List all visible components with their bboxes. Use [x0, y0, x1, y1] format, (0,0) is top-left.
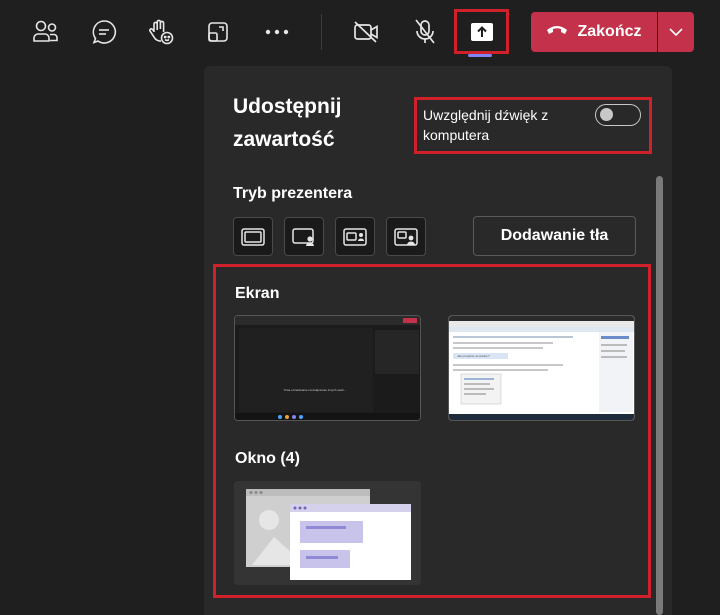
mode-standout-button[interactable] [284, 217, 324, 256]
meeting-toolbar: Zakończ [0, 0, 720, 66]
screen-section-label: Ekran [235, 285, 280, 302]
mode-content-only-button[interactable] [233, 217, 273, 256]
mode-reporter-button[interactable] [386, 217, 426, 256]
mode-side-by-side-button[interactable] [335, 217, 375, 256]
include-audio-toggle[interactable] [595, 104, 641, 126]
content-only-icon [241, 227, 265, 246]
end-call-label: Zakończ [577, 23, 642, 40]
layout-icon[interactable] [198, 12, 238, 52]
presenter-mode-label: Tryb prezentera [233, 185, 353, 202]
chevron-down-icon [669, 23, 683, 41]
screen-2-thumbnail[interactable]: Jak przejście do Adobe? [448, 315, 635, 421]
mic-off-icon[interactable] [405, 12, 445, 52]
share-content-panel: Udostępnij zawartość Uwzględnij dźwięk z… [204, 66, 672, 615]
end-call-options-button[interactable] [658, 12, 694, 52]
share-button-highlight [454, 9, 509, 54]
panel-scrollbar[interactable] [656, 176, 663, 615]
chat-icon[interactable] [84, 12, 124, 52]
panel-title: Udostępnij zawartość [233, 95, 342, 151]
screen-2-caption: Jak przejście do Adobe? [457, 354, 490, 358]
window-thumbnail[interactable] [234, 481, 421, 585]
people-icon[interactable] [26, 12, 66, 52]
standout-icon [292, 227, 314, 246]
include-audio-label: Uwzględnij dźwięk z komputera [423, 107, 549, 143]
more-icon[interactable] [257, 12, 297, 52]
toggle-knob [600, 108, 613, 121]
scrollbar-thumb[interactable] [656, 176, 663, 615]
camera-off-icon[interactable] [346, 12, 386, 52]
side-by-side-icon [343, 227, 367, 246]
windows-illustration-icon [246, 489, 411, 580]
screen-1-thumbnail[interactable]: Trwa oczekiwanie na dołączenie innych os… [234, 315, 421, 421]
toolbar-divider [321, 14, 322, 50]
raise-hand-icon[interactable] [141, 12, 181, 52]
phone-hangup-icon [546, 23, 568, 41]
reporter-icon [394, 227, 418, 246]
window-section-label: Okno (4) [235, 450, 300, 467]
screen-1-caption: Trwa oczekiwanie na dołączenie innych os… [283, 388, 347, 392]
end-call-button[interactable]: Zakończ [531, 12, 657, 52]
add-background-button[interactable]: Dodawanie tła [473, 216, 636, 256]
share-active-indicator [468, 54, 492, 57]
